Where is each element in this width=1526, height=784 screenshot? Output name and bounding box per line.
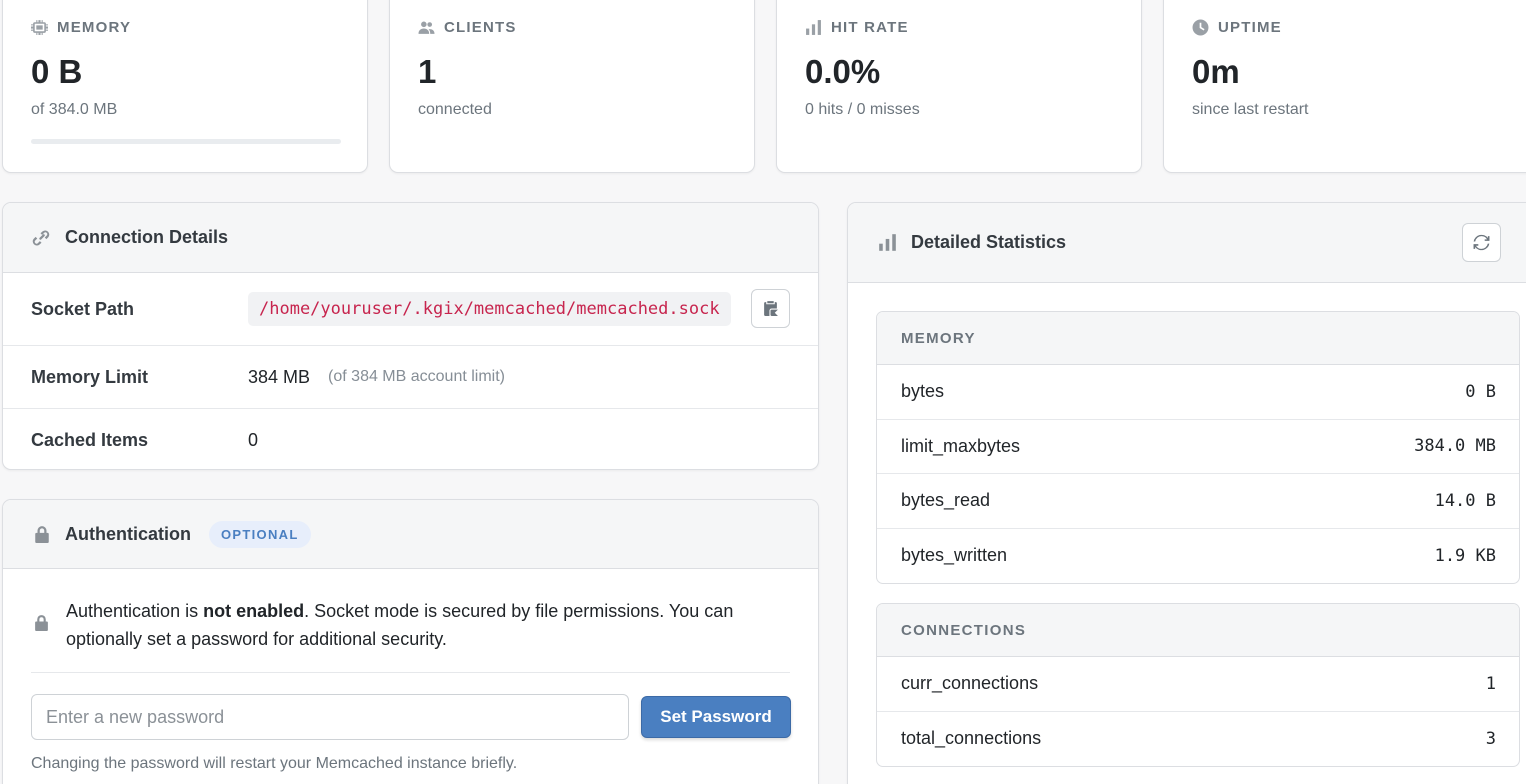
optional-badge: OPTIONAL [209, 520, 311, 548]
uptime-stat-sub: since last restart [1192, 101, 1309, 118]
clipboard-icon [764, 301, 778, 316]
memory-limit-label: Memory Limit [31, 366, 149, 387]
stat-row: bytes 0 B [877, 365, 1519, 420]
refresh-button[interactable] [1462, 223, 1501, 262]
copy-button[interactable] [751, 289, 790, 328]
password-input[interactable] [31, 694, 629, 740]
socket-path-label: Socket Path [31, 298, 135, 319]
cached-items-label: Cached Items [31, 429, 149, 450]
bar-chart-icon [806, 20, 821, 35]
hit-rate-stat-value: 0.0% [805, 53, 881, 90]
hit-rate-stat-label: HIT RATE [805, 19, 909, 36]
clients-stat-label: CLIENTS [418, 19, 517, 36]
memory-limit-note: (of 384 MB account limit) [328, 368, 505, 385]
section-title: MEMORY [877, 312, 1519, 365]
stat-key: bytes_read [901, 490, 991, 511]
clock-icon [1192, 19, 1209, 36]
hit-rate-stat-card: HIT RATE 0.0% 0 hits / 0 misses [776, 0, 1142, 173]
stat-label: CLIENTS [444, 19, 517, 36]
memory-limit-row: Memory Limit 384 MB (of 384 MB account l… [3, 346, 818, 409]
clients-stat-value: 1 [418, 53, 437, 90]
stat-label: MEMORY [57, 19, 132, 36]
stat-key: total_connections [901, 728, 1042, 749]
stat-value: 3 [1485, 728, 1496, 749]
authentication-card: Authentication OPTIONAL Authentication i… [2, 499, 819, 784]
set-password-button[interactable]: Set Password [641, 696, 791, 738]
users-icon [418, 21, 435, 34]
socket-path-value: /home/youruser/.kgix/memcached/memcached… [248, 292, 731, 326]
lock-icon [35, 615, 48, 631]
hit-rate-stat-sub: 0 hits / 0 misses [805, 101, 920, 118]
password-hint: Changing the password will restart your … [31, 755, 518, 772]
section-title: CONNECTIONS [877, 604, 1519, 657]
stat-row: limit_maxbytes 384.0 MB [877, 420, 1519, 474]
card-title: Detailed Statistics [911, 232, 1067, 252]
auth-message-bold: not enabled [203, 601, 305, 621]
stat-value: 1.9 KB [1434, 545, 1496, 566]
clients-stat-card: CLIENTS 1 connected [389, 0, 755, 173]
stat-key: curr_connections [901, 673, 1039, 694]
stat-row: bytes_read 14.0 B [877, 474, 1519, 529]
auth-message-prefix: Authentication is [66, 601, 204, 621]
connection-details-card: Connection Details Socket Path /home/you… [2, 202, 819, 470]
memory-progress-bar [31, 139, 341, 144]
stat-key: limit_maxbytes [901, 435, 1021, 456]
stat-value: 0 B [1465, 381, 1496, 402]
socket-path-row: Socket Path /home/youruser/.kgix/memcach… [3, 273, 818, 346]
stat-row: curr_connections 1 [877, 657, 1519, 712]
memory-limit-value-wrap: 384 MB (of 384 MB account limit) [248, 367, 505, 388]
card-title: Authentication [65, 523, 191, 544]
clients-stat-sub: connected [418, 101, 492, 118]
stat-key: bytes_written [901, 545, 1008, 566]
lock-icon [35, 526, 49, 543]
stat-value: 1 [1485, 673, 1496, 694]
socket-path-value-wrap: /home/youruser/.kgix/memcached/memcached… [248, 292, 731, 326]
memory-stat-card: MEMORY 0 B of 384.0 MB [2, 0, 368, 173]
refresh-icon [1473, 234, 1490, 251]
chip-icon [31, 20, 48, 35]
detailed-statistics-header: Detailed Statistics [848, 203, 1526, 283]
uptime-stat-value: 0m [1192, 53, 1240, 90]
memory-stat-sub: of 384.0 MB [31, 101, 118, 118]
connection-details-header: Connection Details [3, 203, 818, 273]
stat-value: 14.0 B [1434, 490, 1496, 511]
bar-chart-icon [879, 234, 896, 251]
memory-stat-label: MEMORY [31, 19, 131, 36]
cached-items-row: Cached Items 0 [3, 409, 818, 469]
divider [31, 672, 790, 673]
memory-stat-value: 0 B [31, 53, 83, 90]
authentication-header: Authentication OPTIONAL [3, 500, 818, 569]
link-icon [32, 229, 50, 246]
auth-message-text: Authentication is not enabled. Socket mo… [66, 597, 778, 653]
cached-items-value: 0 [248, 429, 259, 450]
uptime-stat-card: UPTIME 0m since last restart [1163, 0, 1526, 173]
detailed-statistics-card: Detailed Statistics MEMORY bytes 0 B limi… [847, 202, 1526, 784]
stat-row: bytes_written 1.9 KB [877, 529, 1519, 584]
memory-limit-value: 384 MB [248, 366, 311, 387]
stat-label: HIT RATE [831, 19, 909, 36]
connections-stats-section: CONNECTIONS curr_connections 1 total_conn… [876, 603, 1520, 767]
memory-stats-section: MEMORY bytes 0 B limit_maxbytes 384.0 MB b… [876, 311, 1520, 584]
stat-row: total_connections 3 [877, 712, 1519, 767]
stat-value: 384.0 MB [1414, 436, 1496, 457]
card-title: Connection Details [65, 227, 229, 247]
uptime-stat-label: UPTIME [1192, 19, 1282, 36]
stat-key: bytes [901, 381, 945, 402]
stat-label: UPTIME [1218, 19, 1282, 36]
auth-status-message: Authentication is not enabled. Socket mo… [33, 597, 778, 653]
